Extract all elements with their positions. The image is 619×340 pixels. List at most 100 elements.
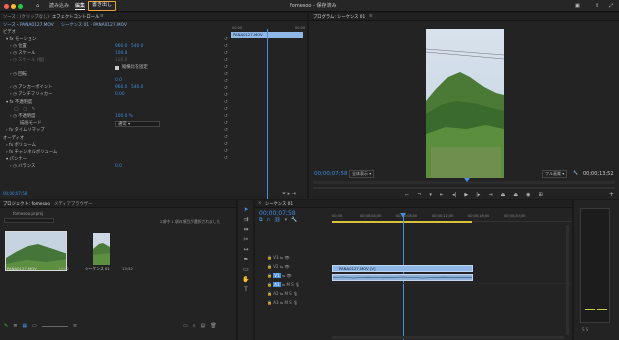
audio-clip[interactable] xyxy=(332,274,473,281)
track-header-a3[interactable]: 🔒 A3 ⇋ M S 🎙 xyxy=(267,298,331,307)
antiflicker-value[interactable]: 0.00 xyxy=(115,91,125,98)
zoom-slider[interactable] xyxy=(41,325,68,327)
motion-row[interactable]: ▾ fx モーション xyxy=(6,36,236,43)
timeline-timecode[interactable]: 00;00;07;58 xyxy=(259,210,296,217)
reset-icon[interactable]: ↺ xyxy=(224,127,229,134)
new-bin-icon[interactable]: ▭ xyxy=(183,323,188,329)
project-item-thumbnail[interactable] xyxy=(5,231,67,271)
reset-icon[interactable]: ↺ xyxy=(224,120,229,127)
hand-tool-icon[interactable]: ✋ xyxy=(242,275,250,285)
anchor-x-value[interactable]: 960.0 xyxy=(115,84,127,91)
meter-solo-buttons[interactable]: S S xyxy=(582,327,588,332)
rotation-value[interactable]: 0.0 xyxy=(115,77,122,84)
workspace-icon[interactable]: ▣ xyxy=(575,2,580,10)
list-view-icon[interactable]: ≣ xyxy=(13,323,17,329)
position-y-value[interactable]: 540.0 xyxy=(131,43,143,50)
close-window-button[interactable] xyxy=(4,3,9,9)
reset-icon[interactable]: ↺ xyxy=(224,78,229,85)
pen-mask-icon[interactable]: ✎ xyxy=(32,107,36,112)
track-header-a1[interactable]: 🔒 A1 ⇋ M S 🎙 xyxy=(267,280,331,289)
ripple-edit-icon[interactable]: ⇹ xyxy=(242,225,250,235)
tab-project[interactable]: プロジェクト: fomesoo xyxy=(3,201,50,207)
add-marker-icon[interactable]: ▾ xyxy=(285,217,288,223)
video-clip[interactable]: PANA0127.MOV [V] xyxy=(332,265,473,272)
work-area-bar[interactable] xyxy=(332,221,472,223)
program-zoom-bar[interactable] xyxy=(313,187,615,189)
timeline-horizontal-scrollbar[interactable] xyxy=(332,336,564,339)
reset-icon[interactable]: ↺ xyxy=(224,99,229,106)
reset-icon[interactable]: ↺ xyxy=(224,148,229,155)
quality-select[interactable]: フル画質 ▾ xyxy=(542,170,568,178)
ec-current-time[interactable]: 00;00;07;58 xyxy=(3,191,27,196)
linked-selection-icon[interactable]: ⛓ xyxy=(274,217,280,223)
new-item-icon[interactable]: ▤ xyxy=(201,323,206,329)
reset-icon[interactable]: ↺ xyxy=(224,155,229,162)
timeline-vertical-scrollbar[interactable] xyxy=(566,225,569,335)
snap-icon[interactable]: ∩ xyxy=(267,217,271,223)
reset-icon[interactable]: ↺ xyxy=(224,43,229,50)
rect-mask-icon[interactable]: ▢ xyxy=(23,107,27,112)
reset-icon[interactable]: ↺ xyxy=(224,57,229,64)
tab-program[interactable]: プログラム: シーケンス 01 xyxy=(313,14,365,20)
mark-in-icon[interactable]: ⌐ xyxy=(405,192,409,198)
track-header-v3[interactable]: 🔒 V3 ⇋ 👁 xyxy=(267,253,331,262)
timeline-playhead-handle[interactable] xyxy=(400,213,406,217)
position-x-value[interactable]: 960.0 xyxy=(115,43,127,50)
play-icon[interactable]: ▶ xyxy=(464,192,468,198)
find-icon[interactable]: ⌕ xyxy=(193,323,196,329)
rectangle-tool-icon[interactable]: ▭ xyxy=(242,265,250,275)
blend-mode-select[interactable]: 通常 ▾ xyxy=(115,120,160,127)
mark-out-icon[interactable]: ¬ xyxy=(417,192,421,198)
scale-value[interactable]: 100.0 xyxy=(115,50,127,57)
edit-tab[interactable]: 編集 xyxy=(75,2,86,10)
freeform-view-icon[interactable]: ▭ xyxy=(32,323,37,329)
settings-wrench-icon[interactable]: 🔧 xyxy=(573,170,578,175)
program-playhead-marker[interactable] xyxy=(464,178,470,182)
import-tab[interactable]: 読み込み xyxy=(49,2,69,10)
zoom-window-button[interactable] xyxy=(18,3,23,9)
reset-icon[interactable]: ↺ xyxy=(224,92,229,99)
nest-icon[interactable]: ⧉ xyxy=(259,217,263,223)
breadcrumb-sequence[interactable]: シーケンス 01 · PANA0127.MOV xyxy=(61,23,127,28)
reset-icon[interactable]: ↺ xyxy=(224,85,229,92)
extract-icon[interactable]: ⏏ xyxy=(513,192,518,198)
reset-icon[interactable]: ↺ xyxy=(224,36,229,43)
tab-source[interactable]: ソース : (クリップなし) xyxy=(3,14,49,20)
lift-icon[interactable]: ⏏ xyxy=(501,192,506,198)
track-header-v1[interactable]: 🔒 V1 ⇋ 👁 xyxy=(267,271,331,280)
program-menu-icon[interactable]: ≡ xyxy=(369,14,373,19)
selection-tool-icon[interactable]: ➤ xyxy=(242,205,250,215)
export-tab[interactable]: 書き出し xyxy=(88,1,116,11)
track-select-icon[interactable]: ⇉ xyxy=(242,215,250,225)
delete-icon[interactable]: 🗑 xyxy=(210,323,216,329)
opacity-value[interactable]: 100.0 % xyxy=(115,113,133,120)
tab-media-browser[interactable]: メディアブラウザー xyxy=(54,201,92,207)
tab-sequence[interactable]: シーケンス 01 xyxy=(265,201,293,207)
reset-icon[interactable]: ↺ xyxy=(224,50,229,57)
program-video-frame[interactable] xyxy=(426,29,504,178)
breadcrumb-source[interactable]: ソース・PANA0127.MOV xyxy=(3,23,54,28)
go-to-out-icon[interactable]: ⇥ xyxy=(488,192,492,198)
minimize-window-button[interactable] xyxy=(11,3,16,9)
ellipse-mask-icon[interactable]: ◯ xyxy=(14,107,19,112)
anchor-y-value[interactable]: 540.0 xyxy=(131,84,143,91)
tab-effect-controls[interactable]: エフェクトコントロール xyxy=(52,14,99,20)
step-back-icon[interactable]: ◂| xyxy=(452,192,456,198)
fit-select[interactable]: 全体表示 ▾ xyxy=(349,170,375,178)
opacity-section[interactable]: ▾ fx 不透明度 xyxy=(6,99,236,106)
reset-icon[interactable]: ↺ xyxy=(224,106,229,113)
sequence-thumbnail[interactable] xyxy=(93,233,110,265)
uniform-scale-checkbox[interactable] xyxy=(115,65,119,70)
time-remap-row[interactable]: › fx タイムリマップ xyxy=(6,127,236,134)
pencil-icon[interactable]: ✎ xyxy=(4,323,8,329)
track-header-a2[interactable]: 🔒 A2 ⇋ M S 🎙 xyxy=(267,289,331,298)
marker-icon[interactable]: ▾ xyxy=(429,192,432,198)
go-to-in-icon[interactable]: ⇤ xyxy=(440,192,444,198)
reset-icon[interactable]: ↺ xyxy=(224,64,229,71)
channel-volume-row[interactable]: › fx チャンネルボリューム xyxy=(6,149,236,156)
timeline-settings-icon[interactable]: 🔧 xyxy=(291,217,297,223)
sort-icon[interactable]: ≡ xyxy=(73,323,77,329)
razor-icon[interactable]: ✂ xyxy=(242,235,250,245)
reset-icon[interactable]: ↺ xyxy=(224,71,229,78)
project-search-input[interactable] xyxy=(4,218,54,223)
